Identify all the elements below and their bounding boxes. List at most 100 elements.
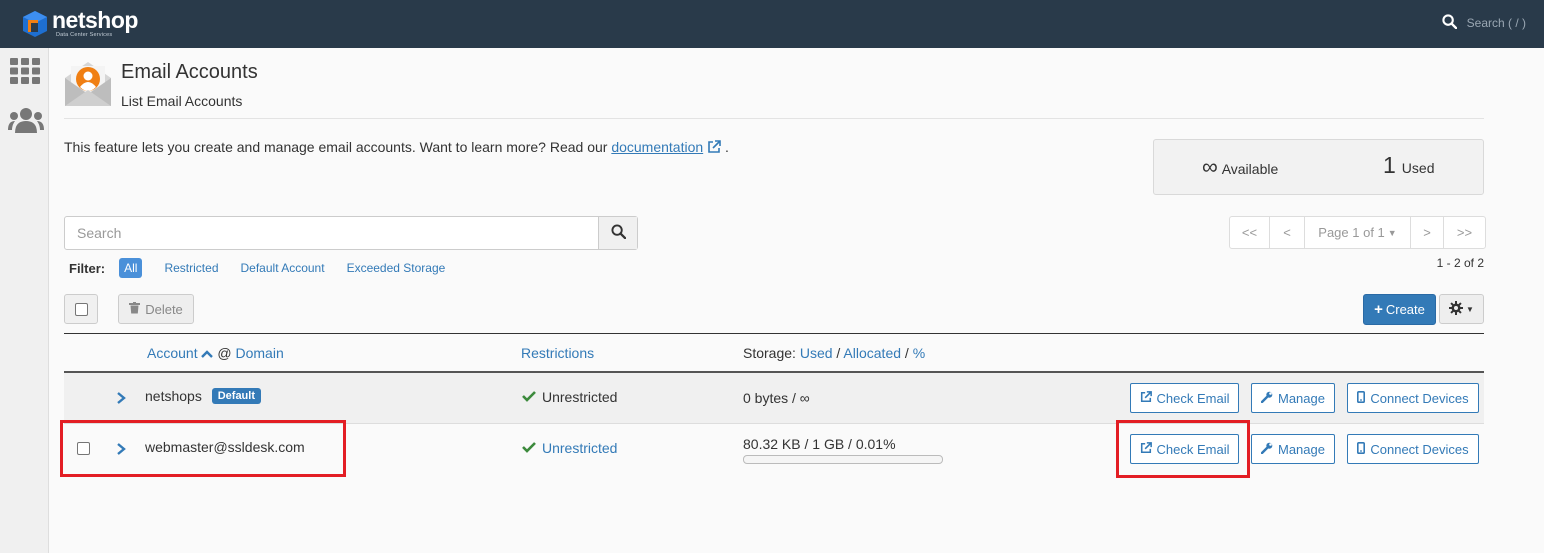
plus-icon: + <box>1374 301 1383 318</box>
default-badge: Default <box>211 388 261 404</box>
column-header-storage: Storage: Used / Allocated / % <box>743 345 925 361</box>
connect-devices-button[interactable]: Connect Devices <box>1347 383 1479 413</box>
prev-page-button[interactable]: < <box>1270 217 1305 248</box>
create-button[interactable]: + Create <box>1363 294 1436 325</box>
account-stats: ∞ Available 1 Used <box>1153 139 1484 195</box>
sort-domain-link[interactable]: Domain <box>235 345 283 361</box>
storage-value: 0 bytes / ∞ <box>743 390 810 406</box>
last-page-button[interactable]: >> <box>1444 217 1485 248</box>
connect-devices-button[interactable]: Connect Devices <box>1347 434 1479 464</box>
page-select[interactable]: Page 1 of 1 ▼ <box>1305 217 1411 248</box>
highlight-check-email-box <box>1116 420 1250 478</box>
main-content: Email Accounts List Email Accounts This … <box>49 48 1544 553</box>
caret-down-icon: ▼ <box>1466 304 1474 314</box>
sort-used-link[interactable]: Used <box>800 345 833 361</box>
page-subtitle: List Email Accounts <box>121 93 243 109</box>
intro-text: This feature lets you create and manage … <box>64 139 729 155</box>
storage-separator: / <box>836 345 841 361</box>
at-symbol: @ <box>217 345 232 361</box>
manage-label: Manage <box>1278 390 1325 406</box>
filter-label: Filter: <box>69 260 106 276</box>
stat-available-label: Available <box>1221 161 1279 177</box>
caret-down-icon: ▼ <box>1387 227 1397 238</box>
filter-exceeded-storage[interactable]: Exceeded Storage <box>347 261 446 275</box>
search-icon <box>610 224 626 242</box>
delete-label: Delete <box>145 301 183 317</box>
account-search <box>64 216 638 250</box>
restriction-cell: Unrestricted <box>522 440 617 456</box>
storage-separator: / <box>904 345 909 361</box>
check-email-button[interactable]: Check Email <box>1130 383 1239 413</box>
settings-menu-button[interactable]: ▼ <box>1439 294 1484 324</box>
search-icon <box>1442 14 1457 32</box>
create-label: Create <box>1385 302 1425 317</box>
brand-tagline: Data Center Services <box>56 32 113 39</box>
intro-sentence: This feature lets you create and manage … <box>64 139 612 155</box>
filter-restricted[interactable]: Restricted <box>164 261 218 275</box>
search-button[interactable] <box>598 217 637 249</box>
result-count: 1 - 2 of 2 <box>1436 256 1484 270</box>
filter-all[interactable]: All <box>119 258 143 278</box>
wrench-icon <box>1260 391 1278 406</box>
check-email-label: Check Email <box>1156 390 1230 406</box>
sort-account-link[interactable]: Account <box>147 345 198 361</box>
external-link-icon <box>1140 390 1157 406</box>
table-top-border <box>64 333 1484 334</box>
filter-default-account[interactable]: Default Account <box>241 261 325 275</box>
manage-button[interactable]: Manage <box>1251 383 1335 413</box>
page-title: Email Accounts <box>121 61 258 83</box>
documentation-link[interactable]: documentation <box>611 139 703 155</box>
manage-label: Manage <box>1278 441 1325 457</box>
highlight-account-box <box>60 420 346 477</box>
restriction-status: Unrestricted <box>542 389 618 405</box>
search-input[interactable] <box>65 217 598 249</box>
header-divider <box>64 118 1484 119</box>
checkbox-box <box>74 302 88 316</box>
manage-button[interactable]: Manage <box>1251 434 1335 464</box>
top-bar: netshop Data Center Services Search ( / … <box>0 0 1544 48</box>
table-row: netshops Default Unrestricted 0 bytes / … <box>64 373 1484 424</box>
cube-logo-icon <box>22 10 48 38</box>
connect-devices-label: Connect Devices <box>1370 441 1469 457</box>
sort-percent-link[interactable]: % <box>913 345 925 361</box>
storage-value: 80.32 KB / 1 GB / 0.01% <box>743 436 896 452</box>
restriction-cell: Unrestricted <box>522 389 617 405</box>
stat-available-value: ∞ <box>1202 154 1218 179</box>
filter-bar: Filter: All Restricted Default Account E… <box>69 258 467 278</box>
first-page-button[interactable]: << <box>1230 217 1270 248</box>
restriction-status-link[interactable]: Unrestricted <box>542 440 617 456</box>
gear-icon <box>1449 300 1464 318</box>
check-icon <box>522 440 536 456</box>
email-accounts-icon <box>63 60 113 110</box>
brand-name: netshop <box>52 7 138 34</box>
stat-available: ∞ Available <box>1202 154 1278 180</box>
connect-devices-label: Connect Devices <box>1370 390 1469 406</box>
column-header-account: Account @ Domain <box>147 345 284 361</box>
stat-used-value: 1 <box>1383 152 1396 178</box>
users-group-icon[interactable] <box>8 106 44 137</box>
sidebar <box>0 48 49 553</box>
stat-used-label: Used <box>1401 160 1435 176</box>
apps-grid-icon[interactable] <box>10 58 40 87</box>
wrench-icon <box>1260 442 1278 457</box>
check-icon <box>522 389 536 405</box>
mobile-phone-icon <box>1357 390 1370 406</box>
delete-button[interactable]: Delete <box>118 294 194 324</box>
trash-icon <box>129 301 141 317</box>
sort-ascending-icon <box>201 345 217 361</box>
expand-chevron-icon[interactable] <box>116 389 126 410</box>
storage-prefix: Storage: <box>743 345 796 361</box>
account-name: netshops <box>145 388 202 404</box>
column-header-restrictions: Restrictions <box>521 345 594 361</box>
sort-allocated-link[interactable]: Allocated <box>843 345 901 361</box>
global-search-placeholder: Search ( / ) <box>1466 16 1526 30</box>
next-page-button[interactable]: > <box>1411 217 1444 248</box>
select-all-checkbox[interactable] <box>64 294 98 324</box>
intro-period: . <box>724 139 729 155</box>
global-search[interactable]: Search ( / ) <box>1442 14 1526 32</box>
mobile-phone-icon <box>1357 441 1370 457</box>
sort-restrictions-link[interactable]: Restrictions <box>521 345 594 361</box>
brand-logo[interactable]: netshop Data Center Services <box>22 7 138 41</box>
account-cell: netshops Default <box>145 388 261 404</box>
stat-used: 1 Used <box>1383 152 1434 179</box>
